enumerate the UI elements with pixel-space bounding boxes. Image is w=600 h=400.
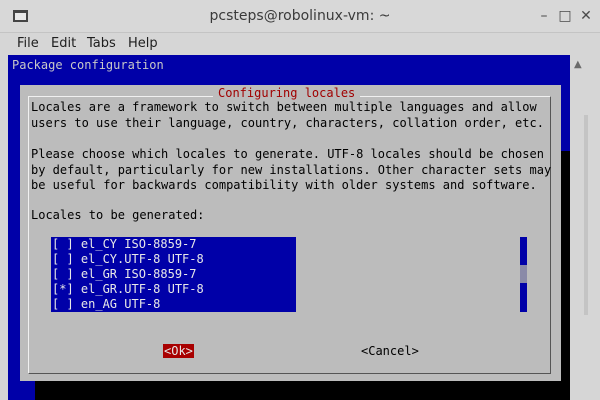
ok-button[interactable]: <Ok> bbox=[163, 344, 194, 358]
terminal-scrollbar[interactable]: ▲ bbox=[570, 55, 600, 400]
window-title: pcsteps@robolinux-vm: ~ bbox=[209, 8, 391, 24]
instruction-line: Please choose which locales to generate.… bbox=[31, 147, 544, 161]
locale-item[interactable]: [ ] el_CY.UTF-8 UTF-8 bbox=[52, 252, 204, 267]
menu-tabs[interactable]: Tabs bbox=[87, 36, 116, 51]
locale-item[interactable]: [ ] el_CY ISO-8859-7 bbox=[52, 237, 197, 252]
package-configuration-header: Package configuration bbox=[12, 58, 164, 72]
locales-list-label: Locales to be generated: bbox=[31, 208, 205, 222]
locale-item[interactable]: [*] el_GR.UTF-8 UTF-8 bbox=[52, 282, 204, 297]
terminal-area[interactable]: Package configuration Configuring locale… bbox=[8, 55, 570, 400]
locale-item[interactable]: [ ] el_GR ISO-8859-7 bbox=[52, 267, 197, 282]
description-line: Locales are a framework to switch betwee… bbox=[31, 100, 537, 114]
locales-list[interactable]: [ ] el_CY ISO-8859-7 [ ] el_CY.UTF-8 UTF… bbox=[51, 237, 296, 312]
dialog-title: Configuring locales bbox=[213, 86, 361, 100]
close-icon[interactable]: ✕ bbox=[577, 7, 595, 25]
instruction-line: by default, particularly for new install… bbox=[31, 163, 552, 177]
cancel-button[interactable]: <Cancel> bbox=[361, 344, 419, 358]
configuring-locales-dialog: Configuring locales Locales are a framew… bbox=[20, 85, 561, 381]
menu-edit[interactable]: Edit bbox=[51, 36, 76, 51]
minimize-icon[interactable]: – bbox=[535, 7, 553, 25]
scroll-up-icon[interactable]: ▲ bbox=[574, 59, 582, 70]
terminal-scroll-thumb[interactable] bbox=[584, 115, 588, 315]
instruction-line: be useful for backwards compatibility wi… bbox=[31, 178, 537, 192]
menu-file[interactable]: File bbox=[17, 36, 39, 51]
locales-list-scrollbar[interactable] bbox=[520, 237, 527, 312]
maximize-icon[interactable]: □ bbox=[556, 7, 574, 25]
dialog-frame bbox=[28, 96, 551, 374]
menu-help[interactable]: Help bbox=[128, 36, 158, 51]
locale-item[interactable]: [ ] en_AG UTF-8 bbox=[52, 297, 160, 312]
menu-bar: File Edit Tabs Help bbox=[0, 33, 600, 55]
list-scroll-thumb[interactable] bbox=[520, 265, 527, 283]
description-line: users to use their language, country, ch… bbox=[31, 116, 544, 130]
window-titlebar: pcsteps@robolinux-vm: ~ – □ ✕ bbox=[0, 0, 600, 33]
